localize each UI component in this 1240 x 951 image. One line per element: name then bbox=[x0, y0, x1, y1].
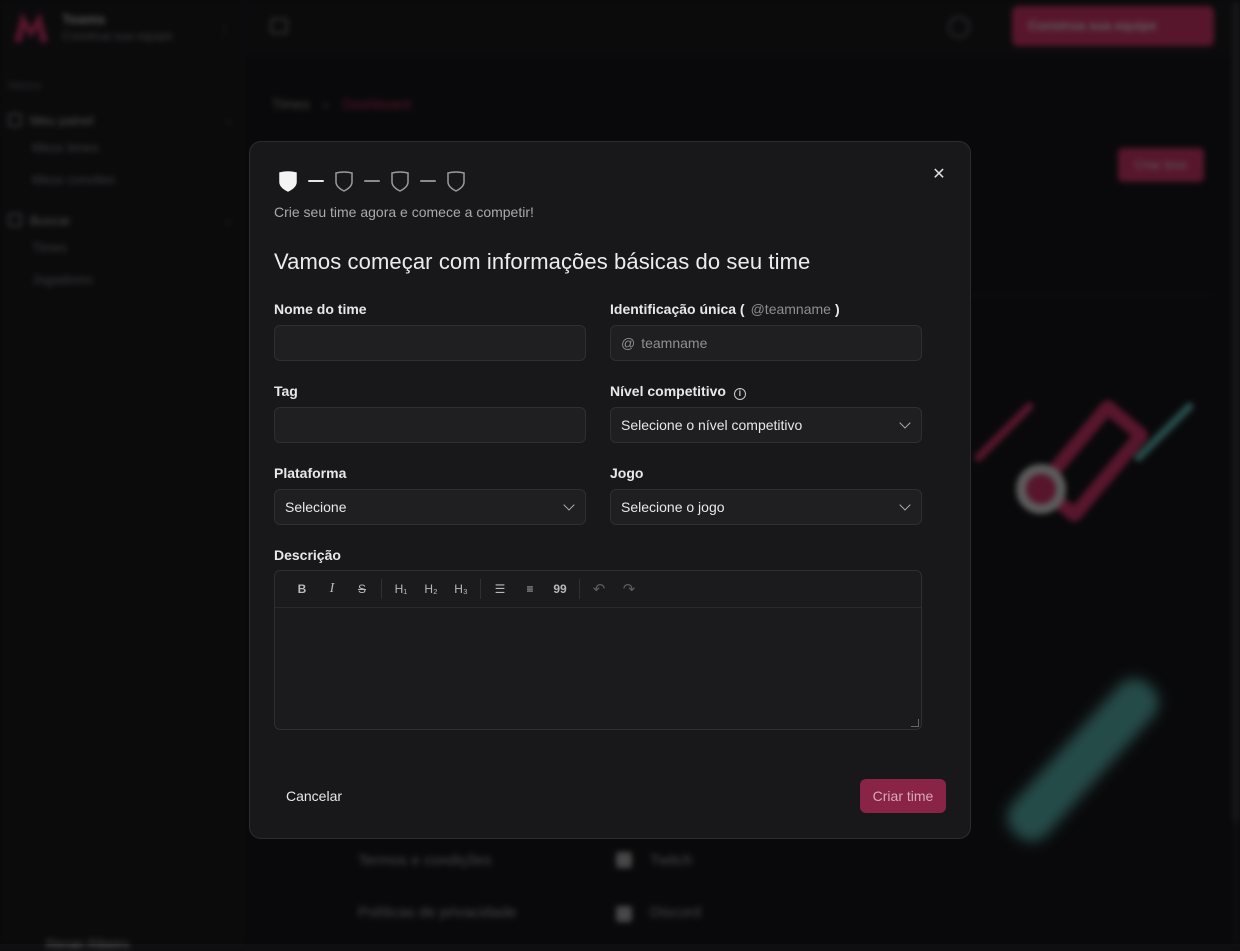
ordered-list-button[interactable]: ≡ bbox=[515, 577, 545, 601]
game-value: Selecione o jogo bbox=[621, 499, 725, 515]
platform-select[interactable]: Selecione bbox=[274, 489, 586, 525]
create-team-button[interactable]: Criar time bbox=[860, 779, 946, 813]
heading-3-button[interactable]: H₃ bbox=[446, 577, 476, 601]
chevron-down-icon bbox=[563, 499, 574, 510]
heading-2-button[interactable]: H₂ bbox=[416, 577, 446, 601]
cancel-button[interactable]: Cancelar bbox=[274, 780, 356, 812]
shield-icon bbox=[390, 170, 410, 192]
modal-subtitle: Crie seu time agora e comece a competir! bbox=[274, 204, 534, 220]
unique-id-label: Identificação única ( @teamname) bbox=[610, 301, 840, 317]
tag-input[interactable] bbox=[274, 407, 586, 443]
competitive-level-value: Selecione o nível competitivo bbox=[621, 417, 802, 433]
undo-button[interactable]: ↶ bbox=[584, 577, 614, 601]
step-separator bbox=[308, 180, 324, 182]
info-icon[interactable]: i bbox=[734, 388, 746, 400]
tag-label: Tag bbox=[274, 383, 298, 399]
game-select[interactable]: Selecione o jogo bbox=[610, 489, 922, 525]
italic-button[interactable]: I bbox=[317, 577, 347, 601]
toolbar-separator bbox=[381, 579, 382, 599]
unique-id-label-end: ) bbox=[835, 301, 840, 317]
team-name-input[interactable] bbox=[274, 325, 586, 361]
bullet-list-button[interactable]: ☰ bbox=[485, 577, 515, 601]
redo-button[interactable]: ↷ bbox=[614, 577, 644, 601]
create-team-modal: ✕ Crie seu time agora e comece a competi… bbox=[249, 141, 971, 839]
close-icon[interactable]: ✕ bbox=[928, 164, 950, 186]
competitive-level-select[interactable]: Selecione o nível competitivo bbox=[610, 407, 922, 443]
platform-value: Selecione bbox=[285, 499, 347, 515]
blockquote-button[interactable]: 99 bbox=[545, 577, 575, 601]
toolbar-separator bbox=[579, 579, 580, 599]
description-editor: B I S H₁ H₂ H₃ ☰ ≡ 99 ↶ ↷ bbox=[274, 570, 922, 730]
unique-id-input[interactable]: @ teamname bbox=[610, 325, 922, 361]
shield-icon bbox=[446, 170, 466, 192]
bold-button[interactable]: B bbox=[287, 577, 317, 601]
unique-id-placeholder: teamname bbox=[641, 335, 707, 351]
step-separator bbox=[364, 180, 380, 182]
platform-label: Plataforma bbox=[274, 465, 346, 481]
description-label: Descrição bbox=[274, 547, 341, 563]
editor-toolbar: B I S H₁ H₂ H₃ ☰ ≡ 99 ↶ ↷ bbox=[275, 571, 921, 608]
game-label: Jogo bbox=[610, 465, 643, 481]
competitive-level-label-text: Nível competitivo bbox=[610, 383, 726, 399]
chevron-down-icon bbox=[899, 417, 910, 428]
toolbar-separator bbox=[480, 579, 481, 599]
modal-heading: Vamos começar com informações básicas do… bbox=[274, 249, 810, 275]
step-separator bbox=[420, 180, 436, 182]
chevron-down-icon bbox=[899, 499, 910, 510]
resize-handle-icon[interactable] bbox=[911, 719, 919, 727]
unique-id-label-text: Identificação única ( bbox=[610, 301, 745, 317]
at-prefix: @ bbox=[621, 335, 635, 351]
competitive-level-label: Nível competitivo i bbox=[610, 383, 746, 400]
step-indicator bbox=[278, 170, 466, 192]
shield-icon bbox=[278, 170, 298, 192]
unique-id-hint: @teamname bbox=[751, 301, 831, 317]
team-name-label: Nome do time bbox=[274, 301, 367, 317]
strikethrough-button[interactable]: S bbox=[347, 577, 377, 601]
description-textarea[interactable] bbox=[275, 608, 921, 729]
shield-icon bbox=[334, 170, 354, 192]
heading-1-button[interactable]: H₁ bbox=[386, 577, 416, 601]
